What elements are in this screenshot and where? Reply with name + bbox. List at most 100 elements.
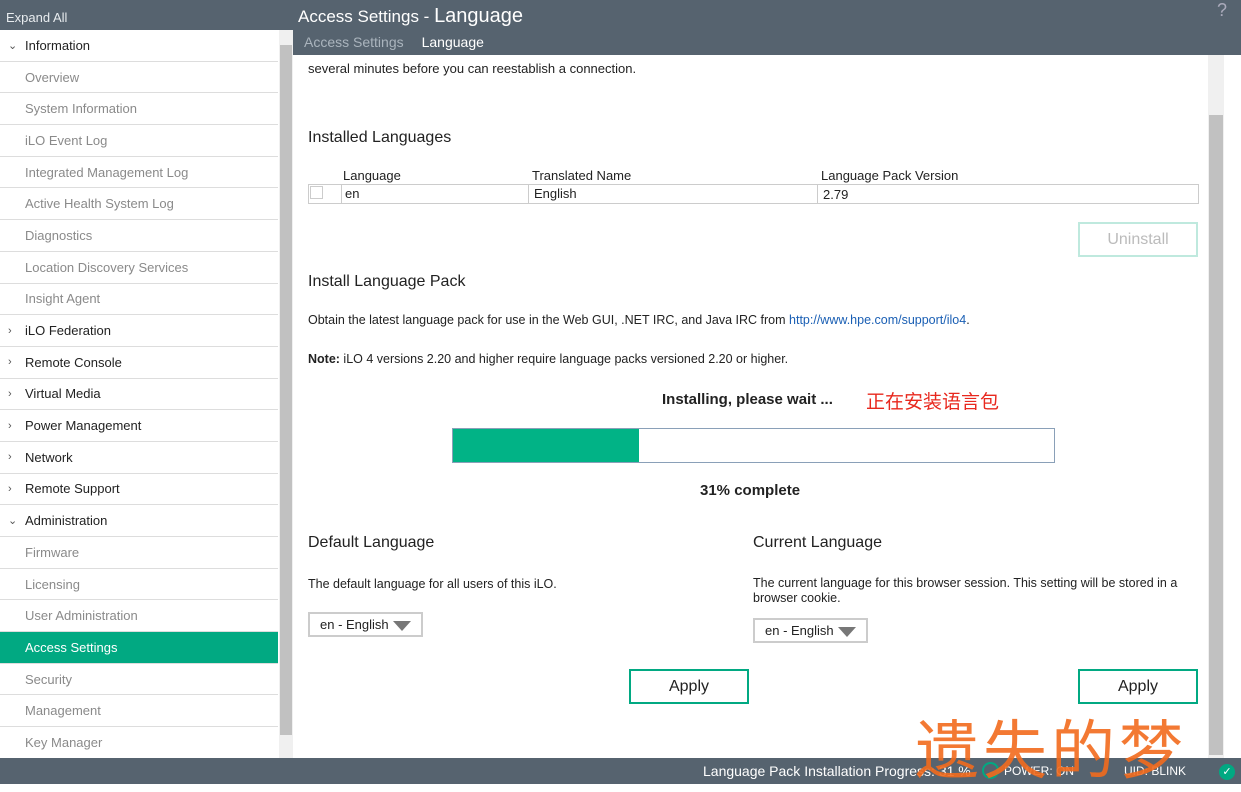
- sidebar-item-remote-console[interactable]: › Remote Console: [0, 347, 278, 379]
- progress-text: 31% complete: [700, 482, 801, 499]
- sidebar-item-label: Firmware: [25, 544, 80, 560]
- health-ok-icon: ✓: [1219, 764, 1235, 780]
- installed-languages-table: Language Translated Name Language Pack V…: [308, 168, 1199, 204]
- sidebar-item-label: Location Discovery Services: [25, 259, 189, 275]
- expand-all-button[interactable]: Expand All: [0, 0, 293, 30]
- column-header: Translated Name: [532, 168, 632, 183]
- installed-languages-title: Installed Languages: [308, 129, 452, 146]
- apply-default-language-button[interactable]: Apply: [629, 669, 749, 704]
- chevron-down-icon: ⌄: [8, 515, 18, 528]
- current-language-desc: The current language for this browser se…: [753, 576, 1178, 605]
- sidebar-item-ilo-event-log[interactable]: iLO Event Log: [0, 125, 278, 157]
- cell-language: en: [341, 185, 529, 203]
- sidebar-item-management[interactable]: Management: [0, 695, 278, 728]
- tab-language[interactable]: Language: [422, 34, 484, 50]
- uid-status[interactable]: UID: BLINK: [1124, 764, 1186, 778]
- sidebar-item-label: Insight Agent: [25, 291, 101, 307]
- sidebar-item-integrated-management-log[interactable]: Integrated Management Log: [0, 157, 278, 189]
- sidebar-item-label: Access Settings: [25, 639, 118, 655]
- main-scrollbar[interactable]: [1208, 55, 1224, 758]
- chevron-right-icon: ›: [8, 356, 12, 369]
- sidebar-item-location-discovery-services[interactable]: Location Discovery Services: [0, 252, 278, 284]
- sidebar-item-label: Remote Support: [25, 481, 120, 497]
- sidebar-item-access-settings[interactable]: Access Settings: [0, 632, 278, 664]
- chevron-right-icon: ›: [8, 419, 12, 432]
- sidebar-item-label: iLO Event Log: [25, 132, 108, 148]
- tab-access-settings[interactable]: Access Settings: [304, 34, 404, 50]
- sidebar-item-label: Administration: [25, 513, 108, 529]
- sidebar-nav: ⌄ Information Overview System Information iL…: [0, 30, 278, 759]
- status-bar: Language Pack Installation Progress: 31 …: [0, 758, 1241, 784]
- sidebar-item-label: Licensing: [25, 576, 80, 592]
- table-row[interactable]: en English 2.79: [308, 184, 1199, 204]
- chevron-right-icon: ›: [8, 387, 12, 400]
- install-language-pack-title: Install Language Pack: [308, 273, 466, 290]
- obtain-text: Obtain the latest language pack for use …: [308, 313, 970, 327]
- notice-text: several minutes before you can reestabli…: [308, 61, 637, 76]
- annotation-text: 正在安装语言包: [866, 392, 1000, 413]
- sidebar-item-label: Active Health System Log: [25, 196, 174, 212]
- page-title: Access Settings - Language: [298, 5, 524, 27]
- progress-bar: [452, 428, 1055, 463]
- sidebar-item-label: Security: [25, 671, 72, 687]
- sidebar-item-network[interactable]: › Network: [0, 442, 278, 474]
- uninstall-button[interactable]: Uninstall: [1078, 222, 1198, 257]
- default-language-title: Default Language: [308, 534, 435, 551]
- sidebar-item-active-health-system-log[interactable]: Active Health System Log: [0, 188, 278, 221]
- cell-translated-name: English: [529, 185, 818, 203]
- chevron-right-icon: ›: [8, 451, 12, 464]
- note-text: Note: iLO 4 versions 2.20 and higher req…: [308, 352, 789, 366]
- sidebar-scrollbar[interactable]: [279, 30, 293, 758]
- power-icon: [982, 762, 999, 779]
- chevron-right-icon: ›: [8, 324, 12, 337]
- sidebar-item-label: Remote Console: [25, 354, 122, 370]
- sidebar-item-user-administration[interactable]: User Administration: [0, 600, 278, 633]
- sidebar-item-label: Power Management: [25, 418, 142, 434]
- sidebar-item-label: Network: [25, 449, 73, 465]
- sidebar-item-label: Information: [25, 37, 91, 53]
- page-header: Access Settings - Language ? Access Sett…: [293, 0, 1241, 55]
- chevron-right-icon: ›: [8, 482, 12, 495]
- cell-version: 2.79: [823, 186, 849, 202]
- sidebar-item-remote-support[interactable]: › Remote Support: [0, 474, 278, 506]
- sidebar-item-administration[interactable]: ⌄ Administration: [0, 505, 278, 537]
- row-checkbox[interactable]: [310, 186, 323, 199]
- sidebar-item-label: Diagnostics: [25, 227, 93, 243]
- sidebar-item-information[interactable]: ⌄ Information: [0, 30, 278, 62]
- power-status[interactable]: POWER: ON: [1004, 764, 1074, 778]
- current-language-title: Current Language: [753, 534, 882, 551]
- sidebar-item-overview[interactable]: Overview: [0, 62, 278, 94]
- sidebar-item-label: Overview: [25, 69, 80, 85]
- sidebar-item-label: User Administration: [25, 608, 138, 624]
- sidebar-item-label: iLO Federation: [25, 323, 111, 339]
- default-language-select[interactable]: en - English: [308, 612, 423, 637]
- sidebar-item-key-manager[interactable]: Key Manager: [0, 727, 278, 759]
- sidebar-item-security[interactable]: Security: [0, 664, 278, 696]
- chevron-down-icon: [392, 620, 411, 631]
- sidebar-item-label: Integrated Management Log: [25, 164, 189, 180]
- apply-current-language-button[interactable]: Apply: [1078, 669, 1198, 704]
- install-progress-status: Language Pack Installation Progress: 31 …: [703, 763, 971, 779]
- chevron-down-icon: [837, 626, 856, 637]
- sidebar-item-diagnostics[interactable]: Diagnostics: [0, 220, 278, 252]
- sidebar-item-power-management[interactable]: › Power Management: [0, 410, 278, 442]
- main-content: several minutes before you can reestabli…: [293, 55, 1208, 758]
- column-header: Language: [343, 168, 401, 183]
- sidebar-item-system-information[interactable]: System Information: [0, 93, 278, 126]
- sidebar-item-firmware[interactable]: Firmware: [0, 537, 278, 569]
- sidebar-item-label: Management: [25, 703, 101, 719]
- sidebar-item-ilo-federation[interactable]: › iLO Federation: [0, 315, 278, 347]
- current-language-select[interactable]: en - English: [753, 618, 868, 643]
- sidebar: Expand All ⌄ Information Overview System In…: [0, 0, 293, 759]
- sidebar-item-label: Key Manager: [25, 734, 103, 750]
- installing-text: Installing, please wait ...: [662, 391, 833, 408]
- column-header: Language Pack Version: [821, 168, 959, 183]
- hpe-support-link[interactable]: http://www.hpe.com/support/ilo4: [789, 313, 966, 327]
- sidebar-item-licensing[interactable]: Licensing: [0, 569, 278, 601]
- sidebar-item-label: Virtual Media: [25, 386, 101, 402]
- sidebar-item-virtual-media[interactable]: › Virtual Media: [0, 379, 278, 411]
- chevron-down-icon: ⌄: [8, 39, 18, 52]
- sidebar-item-label: System Information: [25, 101, 137, 117]
- help-icon[interactable]: ?: [1217, 0, 1227, 21]
- sidebar-item-insight-agent[interactable]: Insight Agent: [0, 284, 278, 316]
